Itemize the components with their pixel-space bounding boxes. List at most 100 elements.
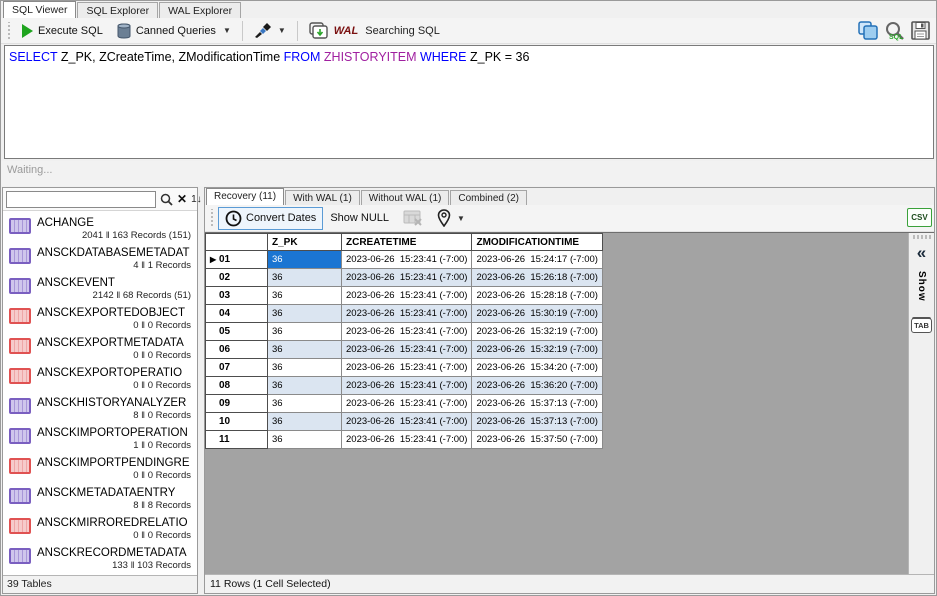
- export-csv-button[interactable]: CSV: [907, 208, 932, 227]
- grid-cell[interactable]: 2023-06-26 15:23:41 (-7:00): [342, 431, 472, 449]
- table-list-item[interactable]: ANSCKDATABASEMETADAT4 ‖ 1 Records: [5, 245, 195, 275]
- grid-cell[interactable]: 2023-06-26 15:23:41 (-7:00): [342, 287, 472, 305]
- sql-search-icon[interactable]: SQL: [884, 21, 905, 41]
- grid-cell[interactable]: 2023-06-26 15:23:41 (-7:00): [342, 341, 472, 359]
- grid-cell[interactable]: 2023-06-26 15:23:41 (-7:00): [342, 359, 472, 377]
- show-panel-label[interactable]: Show: [916, 271, 927, 302]
- table-list-item[interactable]: ANSCKIMPORTPENDINGRE0 ‖ 0 Records: [5, 455, 195, 485]
- grid-cell[interactable]: 2023-06-26 15:23:41 (-7:00): [342, 377, 472, 395]
- grid-row-header[interactable]: ▶01: [206, 251, 268, 269]
- sql-token: WHERE: [420, 50, 470, 64]
- format-brush-button[interactable]: ▼: [247, 20, 293, 41]
- grid-cell[interactable]: 2023-06-26 15:23:41 (-7:00): [342, 269, 472, 287]
- table-list-item[interactable]: ANSCKMIRROREDRELATIO0 ‖ 0 Records: [5, 515, 195, 545]
- panel-grip[interactable]: [913, 235, 931, 239]
- grid-row-header[interactable]: 08: [206, 377, 268, 395]
- grid-cell[interactable]: 2023-06-26 15:24:17 (-7:00): [472, 251, 602, 269]
- results-toolbar-grip[interactable]: [209, 209, 214, 227]
- grid-cell[interactable]: 2023-06-26 15:34:20 (-7:00): [472, 359, 602, 377]
- grid-column-header[interactable]: Z_PK: [268, 234, 342, 251]
- grid-cell[interactable]: 2023-06-26 15:23:41 (-7:00): [342, 395, 472, 413]
- execute-sql-button[interactable]: Execute SQL: [15, 21, 110, 41]
- grid-row-header[interactable]: 04: [206, 305, 268, 323]
- grid-column-header[interactable]: [206, 234, 268, 251]
- grid-cell[interactable]: 36: [268, 305, 342, 323]
- grid-cell[interactable]: 2023-06-26 15:23:41 (-7:00): [342, 413, 472, 431]
- table-list-item[interactable]: ANSCKHISTORYANALYZER8 ‖ 0 Records: [5, 395, 195, 425]
- search-icon[interactable]: [160, 192, 173, 207]
- grid-row-header[interactable]: 03: [206, 287, 268, 305]
- grid-cell[interactable]: 36: [268, 377, 342, 395]
- table-list-item[interactable]: ANSCKRECORDMETADATA133 ‖ 103 Records: [5, 545, 195, 575]
- remove-grid-button[interactable]: [396, 207, 430, 229]
- grid-cell[interactable]: 2023-06-26 15:32:19 (-7:00): [472, 323, 602, 341]
- wal-search-button[interactable]: WAL Searching SQL: [302, 19, 447, 42]
- sql-editor[interactable]: SELECT Z_PK, ZCreateTime, ZModificationT…: [4, 45, 934, 159]
- table-list-item[interactable]: ANSCKEVENT2142 ‖ 68 Records (51): [5, 275, 195, 305]
- tab-view-button[interactable]: TAB: [911, 318, 932, 333]
- results-grid[interactable]: Z_PKZCREATETIMEZMODIFICATIONTIME▶0136202…: [205, 233, 603, 449]
- grid-row-header[interactable]: 11: [206, 431, 268, 449]
- grid-row-header[interactable]: 06: [206, 341, 268, 359]
- table-list-item[interactable]: ANSCKIMPORTOPERATION1 ‖ 0 Records: [5, 425, 195, 455]
- grid-cell[interactable]: 2023-06-26 15:32:19 (-7:00): [472, 341, 602, 359]
- grid-cell[interactable]: 2023-06-26 15:36:20 (-7:00): [472, 377, 602, 395]
- table-list-item[interactable]: ANSCKEXPORTOPERATIO0 ‖ 0 Records: [5, 365, 195, 395]
- grid-cell[interactable]: 2023-06-26 15:23:41 (-7:00): [342, 251, 472, 269]
- table-list-item[interactable]: ACHANGE2041 ‖ 163 Records (151): [5, 215, 195, 245]
- grid-cell[interactable]: 2023-06-26 15:30:19 (-7:00): [472, 305, 602, 323]
- tab-combined[interactable]: Combined (2): [450, 190, 527, 205]
- tab-with-wal[interactable]: With WAL (1): [285, 190, 360, 205]
- grid-cell[interactable]: 2023-06-26 15:28:18 (-7:00): [472, 287, 602, 305]
- pin-button[interactable]: ▼: [430, 206, 472, 230]
- grid-cell[interactable]: 2023-06-26 15:26:18 (-7:00): [472, 269, 602, 287]
- grid-row-header[interactable]: 02: [206, 269, 268, 287]
- grid-row-header[interactable]: 10: [206, 413, 268, 431]
- table-icon: [9, 278, 31, 294]
- grid-cell[interactable]: 36: [268, 341, 342, 359]
- grid-column-header[interactable]: ZMODIFICATIONTIME: [472, 234, 602, 251]
- tab-without-wal[interactable]: Without WAL (1): [361, 190, 450, 205]
- grid-cell[interactable]: 36: [268, 251, 342, 269]
- table-list-item[interactable]: ANSCKEXPORTEDOBJECT0 ‖ 0 Records: [5, 305, 195, 335]
- grid-row-header[interactable]: 07: [206, 359, 268, 377]
- sort-icon[interactable]: 1↓: [191, 194, 204, 205]
- grid-cell[interactable]: 36: [268, 287, 342, 305]
- tab-wal-explorer[interactable]: WAL Explorer: [159, 2, 241, 18]
- table-record-count: 8 ‖ 8 Records: [37, 500, 191, 511]
- show-null-label: Show NULL: [330, 212, 389, 224]
- tab-sql-viewer[interactable]: SQL Viewer: [3, 1, 76, 18]
- grid-row-header[interactable]: 05: [206, 323, 268, 341]
- grid-cell[interactable]: 2023-06-26 15:23:41 (-7:00): [342, 305, 472, 323]
- table-record-count: 0 ‖ 0 Records: [37, 380, 191, 391]
- grid-cell[interactable]: 2023-06-26 15:37:13 (-7:00): [472, 395, 602, 413]
- sql-token: ZHISTORYITEM: [324, 50, 420, 64]
- grid-cell[interactable]: 36: [268, 431, 342, 449]
- table-list-item[interactable]: ANSCKMETADATAENTRY8 ‖ 8 Records: [5, 485, 195, 515]
- grid-row-header[interactable]: 09: [206, 395, 268, 413]
- grid-cell[interactable]: 2023-06-26 15:37:13 (-7:00): [472, 413, 602, 431]
- grid-column-header[interactable]: ZCREATETIME: [342, 234, 472, 251]
- grid-cell[interactable]: 36: [268, 395, 342, 413]
- grid-cell[interactable]: 36: [268, 323, 342, 341]
- table-list-item[interactable]: ANSCKEXPORTMETADATA0 ‖ 0 Records: [5, 335, 195, 365]
- show-null-button[interactable]: Show NULL: [323, 209, 396, 227]
- save-icon[interactable]: [911, 21, 930, 40]
- copy-results-icon[interactable]: [858, 21, 878, 40]
- convert-dates-button[interactable]: Convert Dates: [218, 207, 323, 230]
- tab-recovery[interactable]: Recovery (11): [206, 188, 284, 205]
- grid-cell[interactable]: 36: [268, 413, 342, 431]
- execute-sql-label: Execute SQL: [38, 25, 103, 37]
- canned-queries-button[interactable]: Canned Queries ▼: [110, 20, 238, 42]
- table-search-input[interactable]: [6, 191, 156, 208]
- tab-sql-explorer[interactable]: SQL Explorer: [77, 2, 158, 18]
- grid-cell[interactable]: 36: [268, 269, 342, 287]
- grid-cell[interactable]: 2023-06-26 15:23:41 (-7:00): [342, 323, 472, 341]
- collapse-panel-icon[interactable]: «: [917, 245, 926, 261]
- table-list: ACHANGE2041 ‖ 163 Records (151)ANSCKDATA…: [3, 211, 197, 575]
- grid-cell[interactable]: 36: [268, 359, 342, 377]
- clear-search-icon[interactable]: ✕: [177, 192, 187, 207]
- grid-cell[interactable]: 2023-06-26 15:37:50 (-7:00): [472, 431, 602, 449]
- toolbar-grip[interactable]: [6, 22, 11, 40]
- tables-count-status: 39 Tables: [3, 575, 197, 593]
